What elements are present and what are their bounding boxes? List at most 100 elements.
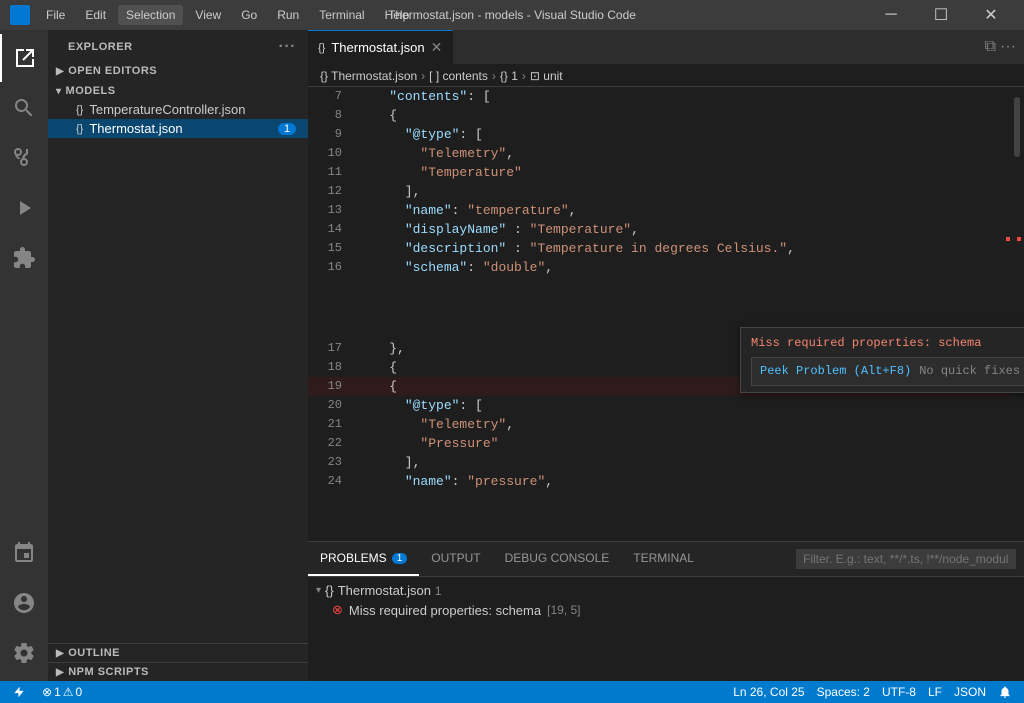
problems-badge: 1 [392, 553, 408, 564]
sidebar-bottom: ▶ OUTLINE ▶ NPM SCRIPTS [48, 643, 308, 681]
error-gutter-marker [1006, 237, 1010, 241]
code-line-10: 10 "Telemetry", [308, 144, 1024, 163]
outline-header[interactable]: ▶ OUTLINE [48, 644, 308, 662]
tab-output[interactable]: OUTPUT [419, 542, 492, 576]
breadcrumb-file[interactable]: {} Thermostat.json [320, 69, 417, 83]
code-line-20: 20 "@type": [ [308, 396, 1024, 415]
outline-chevron: ▶ [56, 648, 64, 659]
settings-activity-icon[interactable] [0, 629, 48, 677]
tab-thermostat[interactable]: {} Thermostat.json ✕ [308, 30, 453, 64]
menu-run[interactable]: Run [269, 5, 307, 25]
tab-terminal[interactable]: TERMINAL [621, 542, 706, 576]
breadcrumb-1[interactable]: {} 1 [500, 69, 518, 83]
open-editors-label: OPEN EDITORS [68, 65, 157, 77]
code-line-14: 14 "displayName" : "Temperature", [308, 220, 1024, 239]
terminal-label: TERMINAL [633, 551, 694, 565]
tab-debug-console[interactable]: DEBUG CONSOLE [493, 542, 622, 576]
npm-header[interactable]: ▶ NPM SCRIPTS [48, 663, 308, 681]
panel-tabs: PROBLEMS 1 OUTPUT DEBUG CONSOLE TERMINAL [308, 542, 1024, 577]
main-layout: EXPLORER ··· ▶ OPEN EDITORS ▾ MODELS {} … [0, 30, 1024, 681]
tab-problems[interactable]: PROBLEMS 1 [308, 542, 419, 576]
code-line-7: 7 "contents": [ [308, 87, 1024, 106]
tab-more-button[interactable]: ··· [1000, 38, 1016, 56]
sidebar-more-button[interactable]: ··· [279, 38, 296, 56]
code-editor[interactable]: 7 "contents": [ 8 { 9 "@type": [ 10 [308, 87, 1024, 541]
explorer-activity-icon[interactable] [0, 34, 48, 82]
group-error-count: 1 [435, 584, 442, 598]
no-fixes-label: No quick fixes available [919, 362, 1024, 381]
error-count: 1 [54, 685, 61, 699]
run-activity-icon[interactable] [0, 184, 48, 232]
titlebar: File Edit Selection View Go Run Terminal… [0, 0, 1024, 30]
sidebar: EXPLORER ··· ▶ OPEN EDITORS ▾ MODELS {} … [48, 30, 308, 681]
sidebar-title: EXPLORER [68, 41, 133, 53]
encoding-status[interactable]: UTF-8 [878, 685, 920, 699]
account-activity-icon[interactable] [0, 579, 48, 627]
breadcrumb-sep2: › [492, 69, 496, 83]
menu-terminal[interactable]: Terminal [311, 5, 372, 25]
menu-edit[interactable]: Edit [77, 5, 114, 25]
spaces-status[interactable]: Spaces: 2 [813, 685, 874, 699]
open-editors-chevron: ▶ [56, 66, 64, 77]
models-label: MODELS [66, 85, 116, 97]
notifications-status[interactable] [994, 685, 1016, 699]
file-thermostat[interactable]: {} Thermostat.json 1 [48, 119, 308, 138]
npm-section: ▶ NPM SCRIPTS [48, 662, 308, 681]
peek-problem-link[interactable]: Peek Problem (Alt+F8) [760, 362, 911, 381]
editor-content[interactable]: 7 "contents": [ 8 { 9 "@type": [ 10 [308, 87, 1024, 541]
scrollbar-thumb[interactable] [1014, 97, 1020, 157]
problem-message: Miss required properties: schema [349, 603, 541, 618]
code-line-24: 24 "name": "pressure", [308, 472, 1024, 491]
language-status[interactable]: JSON [950, 685, 990, 699]
close-button[interactable]: ✕ [968, 0, 1014, 30]
group-file-icon: {} [325, 583, 334, 598]
spaces-value: Spaces: 2 [817, 685, 870, 699]
editor-area: {} Thermostat.json ✕ ⧉ ··· {} Thermostat… [308, 30, 1024, 681]
filter-input[interactable] [796, 549, 1016, 569]
debug-console-label: DEBUG CONSOLE [505, 551, 610, 565]
bottom-panel: PROBLEMS 1 OUTPUT DEBUG CONSOLE TERMINAL [308, 541, 1024, 681]
maximize-button[interactable]: ☐ [918, 0, 964, 30]
breadcrumb-contents[interactable]: [ ] contents [429, 69, 488, 83]
remote-activity-icon[interactable] [0, 529, 48, 577]
tab-close-button[interactable]: ✕ [431, 39, 443, 56]
split-editor-button[interactable]: ⧉ [985, 38, 996, 56]
cursor-position-status[interactable]: Ln 26, Col 25 [729, 685, 808, 699]
extensions-activity-icon[interactable] [0, 234, 48, 282]
warning-icon: ⚠ [63, 685, 74, 699]
file-temperature-controller[interactable]: {} TemperatureController.json [48, 100, 308, 119]
status-right: Ln 26, Col 25 Spaces: 2 UTF-8 LF JSON [729, 685, 1016, 699]
editor-scrollbar[interactable] [1010, 87, 1024, 541]
titlebar-left: File Edit Selection View Go Run Terminal… [10, 5, 417, 25]
line-ending-status[interactable]: LF [924, 685, 946, 699]
encoding-value: UTF-8 [882, 685, 916, 699]
activity-bottom [0, 529, 48, 681]
menu-selection[interactable]: Selection [118, 5, 183, 25]
problem-item-1[interactable]: ⊗ Miss required properties: schema [19, … [308, 600, 1024, 620]
models-header[interactable]: ▾ MODELS [48, 82, 308, 100]
error-count-status[interactable]: ⊗ 1 ⚠ 0 [38, 685, 86, 699]
search-activity-icon[interactable] [0, 84, 48, 132]
breadcrumb-sep3: › [522, 69, 526, 83]
json-file-icon-active: {} [76, 123, 83, 135]
warning-count: 0 [76, 685, 83, 699]
source-control-activity-icon[interactable] [0, 134, 48, 182]
file-name-active: Thermostat.json [89, 121, 182, 136]
code-line-11: 11 "Temperature" [308, 163, 1024, 182]
panel-content: ▾ {} Thermostat.json 1 ⊗ Miss required p… [308, 577, 1024, 681]
output-label: OUTPUT [431, 551, 480, 565]
window-controls: ─ ☐ ✕ [868, 0, 1014, 30]
problems-label: PROBLEMS [320, 551, 387, 565]
panel-filter [796, 542, 1024, 576]
breadcrumb-unit[interactable]: ⊡ unit [530, 69, 563, 83]
menu-file[interactable]: File [38, 5, 73, 25]
problem-location: [19, 5] [547, 603, 580, 617]
menu-view[interactable]: View [187, 5, 229, 25]
minimize-button[interactable]: ─ [868, 0, 914, 30]
group-filename: Thermostat.json [338, 583, 431, 598]
menu-go[interactable]: Go [233, 5, 265, 25]
remote-status[interactable] [8, 685, 30, 699]
open-editors-header[interactable]: ▶ OPEN EDITORS [48, 62, 308, 80]
code-line-9: 9 "@type": [ [308, 125, 1024, 144]
problem-group-header[interactable]: ▾ {} Thermostat.json 1 [308, 581, 1024, 600]
